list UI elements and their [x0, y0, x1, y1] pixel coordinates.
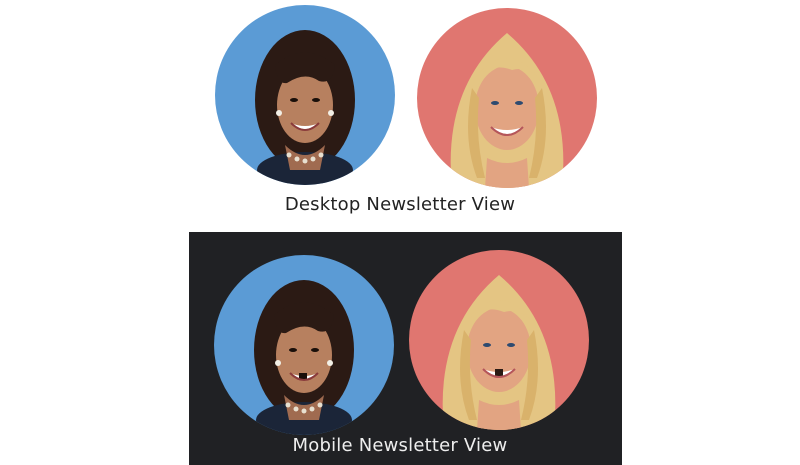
- portrait-right-desktop: [417, 8, 597, 188]
- newsletter-comparison: { "desktop": { "caption": "Desktop Newsl…: [0, 0, 800, 465]
- portrait-right-mobile: [409, 250, 589, 430]
- portrait-left-desktop: [215, 5, 395, 185]
- portrait-left-mobile: [214, 255, 394, 435]
- desktop-caption: Desktop Newsletter View: [284, 194, 516, 215]
- mobile-caption: Mobile Newsletter View: [292, 435, 508, 456]
